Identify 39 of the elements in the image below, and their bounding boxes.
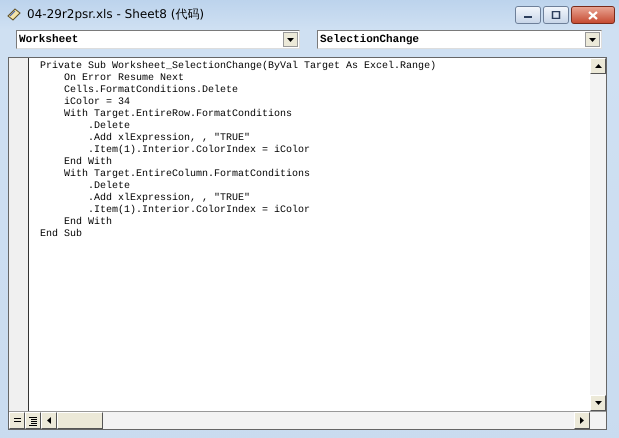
scroll-left-button[interactable] xyxy=(41,412,57,429)
code-line: On Error Resume Next xyxy=(63,73,184,84)
left-arrow-icon xyxy=(47,417,51,424)
code-line: .Add xlExpression, , "TRUE" xyxy=(87,133,250,144)
up-arrow-icon xyxy=(594,64,602,68)
object-dropdown[interactable]: Worksheet xyxy=(16,30,300,49)
close-icon xyxy=(588,10,598,20)
code-line: .Add xlExpression, , "TRUE" xyxy=(87,193,250,204)
maximize-icon xyxy=(551,11,561,19)
module-view-icon xyxy=(28,416,38,426)
dropdown-arrow-icon xyxy=(287,38,294,42)
code-line: Private Sub Worksheet_SelectionChange(ByVal Target As Excel.Range) xyxy=(40,61,436,73)
code-line: .Item(1).Interior.ColorIndex = iColor xyxy=(87,145,310,156)
dropdown-arrow-icon xyxy=(589,38,596,42)
full-module-view-button[interactable] xyxy=(25,412,41,429)
procedure-view-icon xyxy=(12,417,22,424)
minimize-button[interactable] xyxy=(515,6,541,24)
scroll-thumb[interactable] xyxy=(57,412,103,429)
code-line: Cells.FormatConditions.Delete xyxy=(63,85,238,96)
code-line: With Target.EntireRow.FormatConditions xyxy=(63,109,292,120)
window-title: 04-29r2psr.xls - Sheet8 (代码) xyxy=(27,6,206,22)
code-line: End With xyxy=(63,217,112,228)
code-line: End Sub xyxy=(40,229,82,241)
scroll-right-button[interactable] xyxy=(574,412,590,429)
procedure-view-button[interactable] xyxy=(9,412,25,429)
code-line: .Delete xyxy=(87,121,130,132)
code-line: End With xyxy=(63,157,112,168)
right-arrow-icon xyxy=(580,417,584,424)
code-line: .Delete xyxy=(87,181,130,192)
close-button[interactable] xyxy=(571,6,615,24)
scroll-up-button[interactable] xyxy=(590,58,606,74)
code-line: iColor = 34 xyxy=(63,97,130,108)
document-icon xyxy=(6,7,22,21)
procedure-dropdown[interactable]: SelectionChange xyxy=(317,30,602,49)
maximize-button[interactable] xyxy=(543,6,569,24)
code-line: With Target.EntireColumn.FormatConditions xyxy=(63,169,310,180)
down-arrow-icon xyxy=(594,401,602,405)
scroll-down-button[interactable] xyxy=(590,395,606,411)
code-line: .Item(1).Interior.ColorIndex = iColor xyxy=(87,205,310,216)
